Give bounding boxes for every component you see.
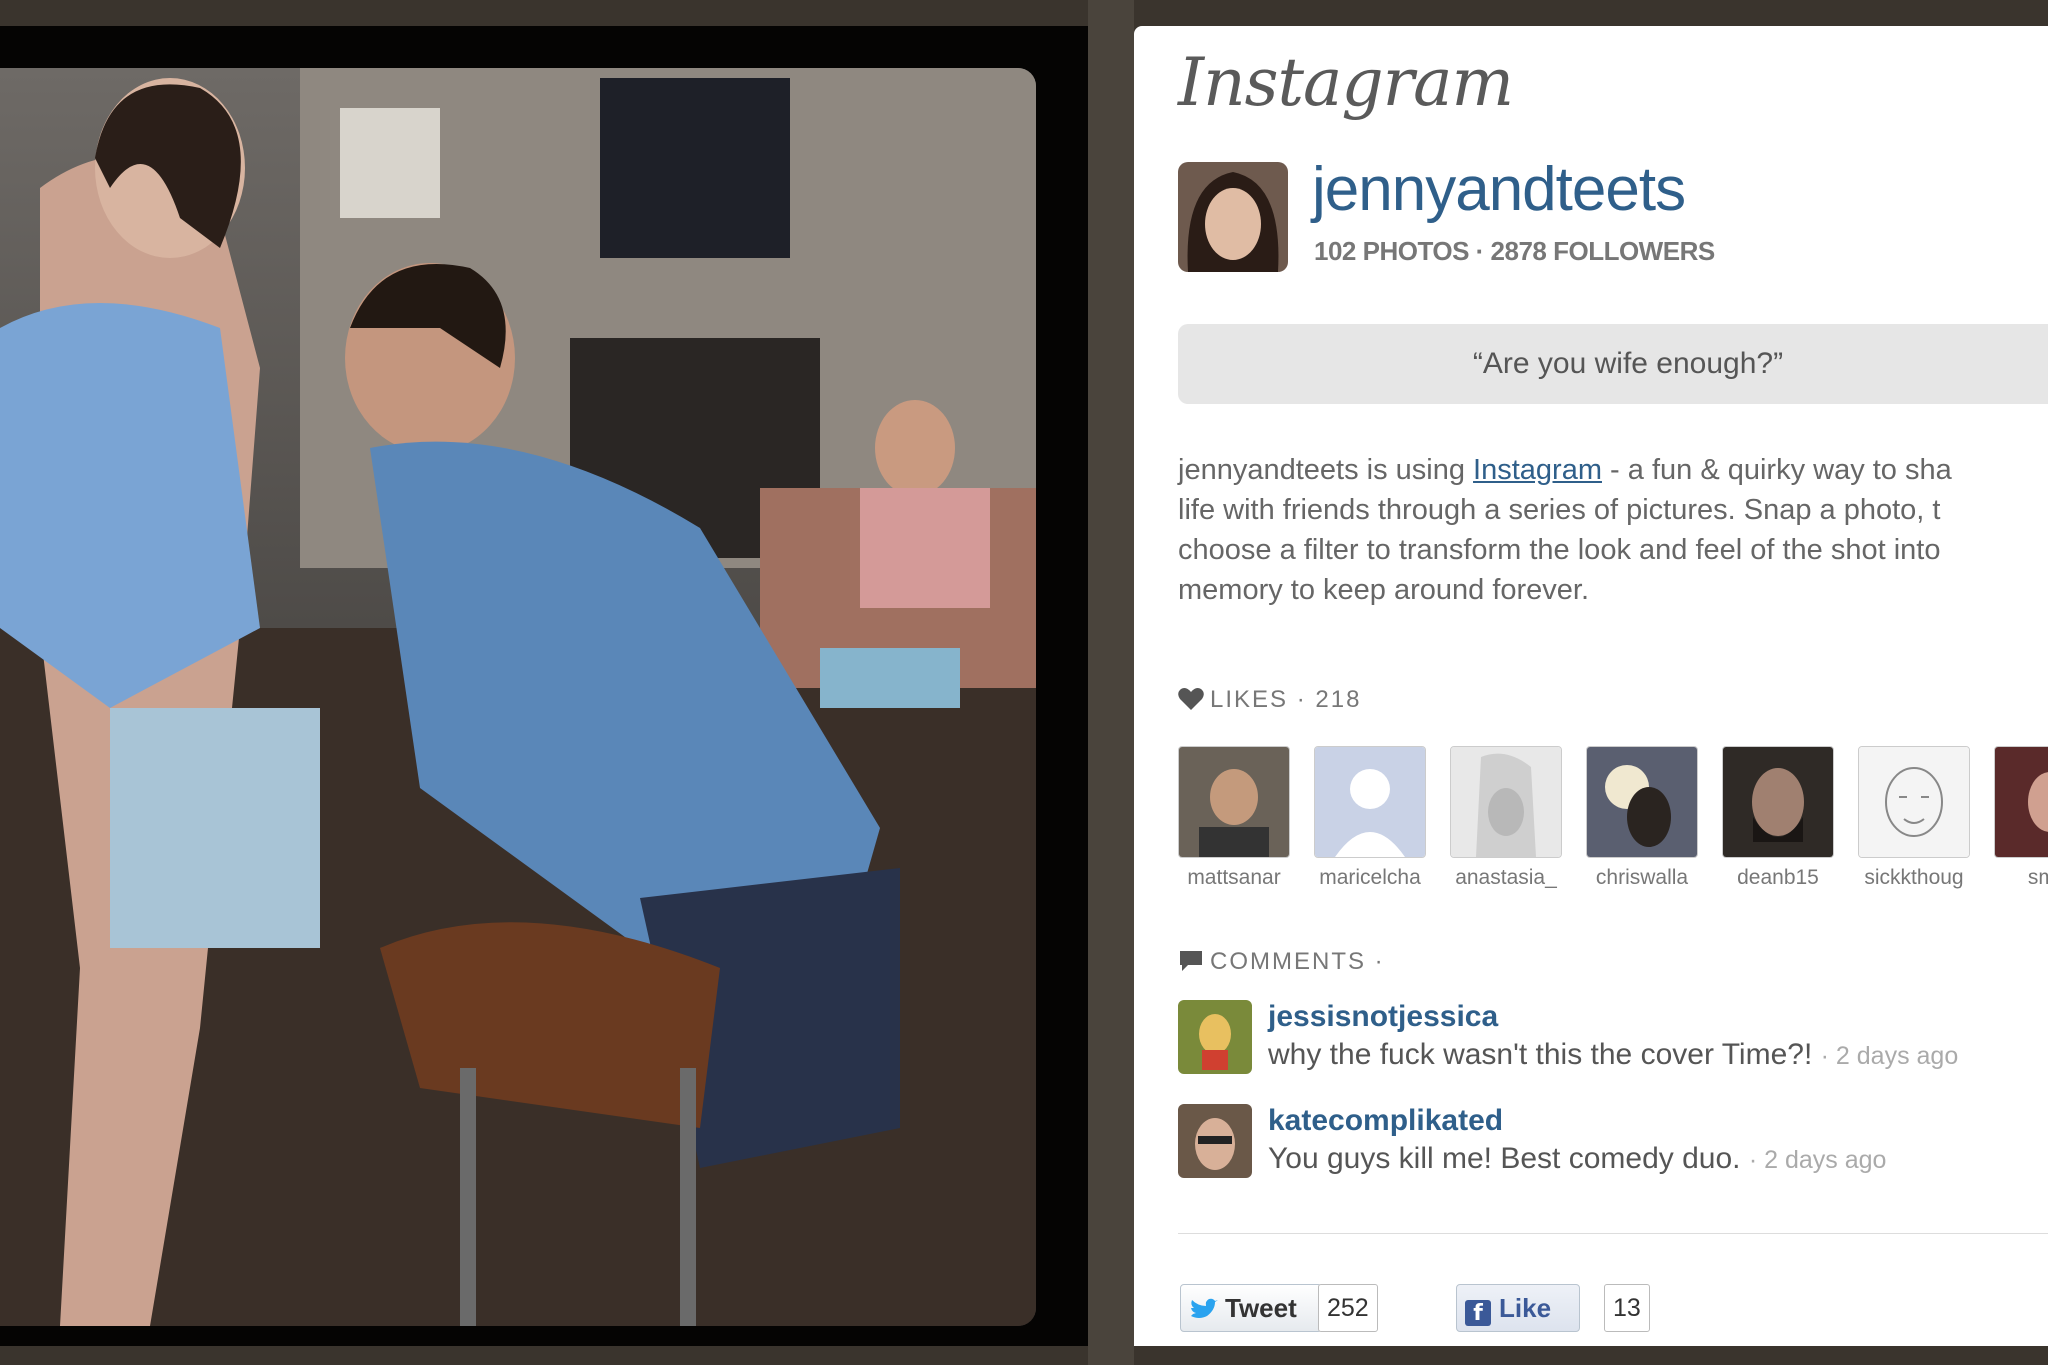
tweet-label: Tweet (1225, 1293, 1297, 1323)
instagram-link[interactable]: Instagram (1473, 454, 1602, 486)
likes-header: LIKES · 218 (1178, 686, 1361, 714)
liker-avatar[interactable] (1450, 746, 1562, 858)
liker-name[interactable]: mattsanar (1178, 866, 1290, 890)
like-label: Like (1499, 1293, 1552, 1323)
comment-text: why the fuck wasn't this the cover Time?… (1268, 1038, 1813, 1071)
liker-item[interactable]: mattsanar (1178, 746, 1290, 890)
description-text: - a fun & quirky way to sha (1601, 454, 1952, 486)
gutter (1088, 0, 1134, 1365)
liker-item[interactable]: deanb15 (1722, 746, 1834, 890)
liker-item[interactable]: smol (1994, 746, 2048, 890)
liker-name[interactable]: maricelcha (1314, 866, 1426, 890)
divider (1178, 1233, 2048, 1234)
comment-avatar[interactable] (1178, 1000, 1252, 1074)
comment-avatar[interactable] (1178, 1104, 1252, 1178)
photo-caption: “Are you wife enough?” (1178, 324, 2048, 404)
likes-count: LIKES · 218 (1210, 686, 1362, 713)
post-photo-image (0, 68, 1036, 1326)
liker-item[interactable]: anastasia_ (1450, 746, 1562, 890)
facebook-icon: f (1465, 1300, 1491, 1326)
description-line-3: choose a filter to transform the look an… (1178, 534, 1941, 566)
description-line-2: life with friends through a series of pi… (1178, 494, 1941, 526)
comment-timestamp: · 2 days ago (1820, 1042, 1959, 1070)
tweet-button[interactable]: Tweet (1180, 1284, 1322, 1332)
comment-text: You guys kill me! Best comedy duo. (1268, 1142, 1741, 1175)
comment-body: why the fuck wasn't this the cover Time?… (1268, 1038, 1958, 1072)
comment-username[interactable]: katecomplikated (1268, 1104, 1503, 1138)
liker-avatar[interactable] (1178, 746, 1290, 858)
liker-name[interactable]: anastasia_ (1450, 866, 1562, 890)
description-text: jennyandteets is using (1178, 454, 1474, 486)
profile-avatar[interactable] (1178, 162, 1288, 272)
liker-avatar[interactable] (1586, 746, 1698, 858)
liker-avatar[interactable] (1722, 746, 1834, 858)
instagram-description: jennyandteets is using Instagram - a fun… (1178, 450, 2048, 610)
liker-item[interactable]: maricelcha (1314, 746, 1426, 890)
speech-bubble-icon (1180, 951, 1202, 971)
liker-avatar[interactable] (1314, 746, 1426, 858)
liker-name[interactable]: deanb15 (1722, 866, 1834, 890)
instagram-logo[interactable]: Instagram (1178, 44, 1514, 121)
photo-frame (0, 26, 1088, 1346)
comment-username[interactable]: jessisnotjessica (1268, 1000, 1498, 1034)
liker-name[interactable]: sickkthoug (1858, 866, 1970, 890)
post-photo[interactable] (0, 68, 1036, 1326)
comments-header: COMMENTS · (1178, 948, 1385, 976)
liker-name[interactable]: smol (1994, 866, 2048, 890)
facebook-like-count: 13 (1604, 1284, 1650, 1332)
comment-body: You guys kill me! Best comedy duo. · 2 d… (1268, 1142, 1886, 1176)
comments-label: COMMENTS · (1210, 948, 1385, 975)
tweet-count: 252 (1318, 1284, 1378, 1332)
profile-username[interactable]: jennyandteets (1312, 154, 1686, 225)
liker-avatar[interactable] (1994, 746, 2048, 858)
heart-icon (1178, 688, 1204, 710)
comment-timestamp: · 2 days ago (1748, 1146, 1887, 1174)
description-line-4: memory to keep around forever. (1178, 574, 1590, 606)
likers-list: mattsanar maricelcha anastasia_ chriswal… (1178, 746, 2048, 906)
post-detail-panel: Instagram jennyandteets 102 PHOTOS · 287… (1134, 26, 2048, 1346)
profile-photo-icon (1178, 162, 1288, 272)
liker-avatar[interactable] (1858, 746, 1970, 858)
profile-stats: 102 PHOTOS · 2878 FOLLOWERS (1314, 236, 1715, 266)
liker-item[interactable]: sickkthoug (1858, 746, 1970, 890)
facebook-like-button[interactable]: f Like (1456, 1284, 1580, 1332)
description-line-1: jennyandteets is using Instagram - a fun… (1178, 450, 2048, 490)
liker-name[interactable]: chriswalla (1586, 866, 1698, 890)
liker-item[interactable]: chriswalla (1586, 746, 1698, 890)
twitter-bird-icon (1191, 1298, 1218, 1318)
